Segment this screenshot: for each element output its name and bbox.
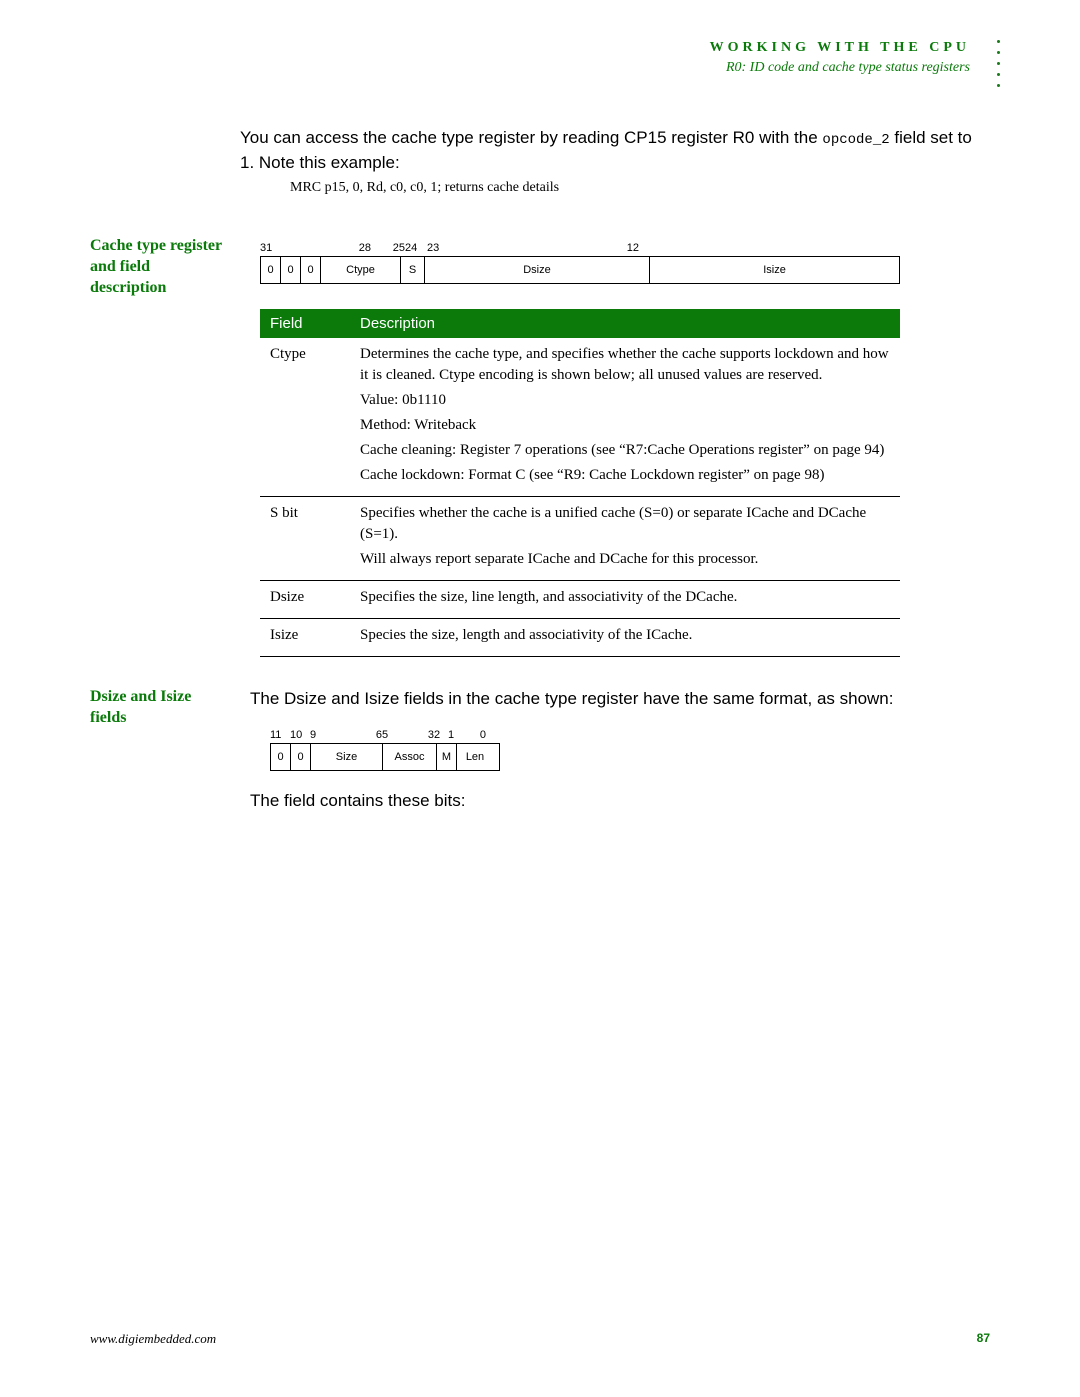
table-row: Dsize Specifies the size, line length, a… — [260, 581, 900, 619]
row-field: Isize — [260, 619, 350, 657]
bit-cell-0c: 0 — [301, 257, 321, 283]
header-chapter: WORKING WITH THE CPU — [90, 40, 970, 56]
bit-label-2: 2 — [434, 729, 448, 741]
section-body: The Dsize and Isize fields in the cache … — [250, 687, 990, 819]
bit-label-3: 3 — [394, 729, 434, 741]
margin-heading-dsize-isize: Dsize and Isize fields — [90, 687, 250, 729]
bit-cell-m: M — [437, 744, 457, 770]
intro-paragraph: You can access the cache type register b… — [240, 126, 990, 174]
footer-url: www.digiembedded.com — [90, 1331, 216, 1347]
row-desc: Determines the cache type, and specifies… — [350, 338, 900, 497]
bit-label-1: 1 — [448, 729, 462, 741]
bit-labels: 31 28 25 24 23 12 — [260, 242, 900, 254]
bit-cell-0a: 0 — [261, 257, 281, 283]
row-field: Dsize — [260, 581, 350, 619]
th-description: Description — [350, 309, 900, 338]
page: WORKING WITH THE CPU R0: ID code and cac… — [0, 0, 1080, 1397]
dsize-bits-para: The field contains these bits: — [250, 789, 990, 813]
header-subtitle: R0: ID code and cache type status regist… — [90, 60, 970, 76]
margin-heading-cache-type: Cache type register and field descriptio… — [90, 236, 250, 298]
bit-label-9: 9 — [310, 729, 322, 741]
opcode-text: opcode_2 — [822, 132, 889, 148]
intro-text-a: You can access the cache type register b… — [240, 128, 822, 147]
row-field: Ctype — [260, 338, 350, 497]
row-desc: Specifies whether the cache is a unified… — [350, 497, 900, 581]
row-field: S bit — [260, 497, 350, 581]
bit-label-0: 0 — [462, 729, 486, 741]
bit-cell-assoc: Assoc — [383, 744, 437, 770]
desc-line: Specifies the size, line length, and ass… — [360, 587, 890, 608]
page-number: 87 — [977, 1331, 990, 1347]
bit-cell-size: Size — [311, 744, 383, 770]
bit-label-12: 12 — [441, 242, 641, 254]
desc-line: Method: Writeback — [360, 415, 890, 436]
field-description-table: Field Description Ctype Determines the c… — [260, 309, 900, 657]
row-desc: Specifies the size, line length, and ass… — [350, 581, 900, 619]
bit-label-24: 24 — [405, 242, 427, 254]
desc-line: Value: 0b1110 — [360, 390, 890, 411]
bit-label-6: 6 — [322, 729, 382, 741]
bit-cell-dsize: Dsize — [425, 257, 650, 283]
section-body: 31 28 25 24 23 12 0 0 0 Ctype S Dsize Is… — [250, 236, 990, 657]
th-field: Field — [260, 309, 350, 338]
bit-boxes: 0 0 Size Assoc M Len — [270, 743, 500, 771]
page-header: WORKING WITH THE CPU R0: ID code and cac… — [90, 40, 990, 76]
decorative-dots — [997, 40, 1000, 87]
bit-label-28: 28 — [320, 242, 375, 254]
row-desc: Species the size, length and associativi… — [350, 619, 900, 657]
bit-label-10: 10 — [290, 729, 310, 741]
bit-label-11: 11 — [270, 729, 290, 741]
bit-cell-isize: Isize — [650, 257, 899, 283]
code-example: MRC p15, 0, Rd, c0, c0, 1; returns cache… — [290, 180, 990, 196]
section-dsize-isize: Dsize and Isize fields The Dsize and Isi… — [90, 687, 990, 819]
bit-label-5: 5 — [382, 729, 394, 741]
bit-cell-0b: 0 — [291, 744, 311, 770]
bit-cell-s: S — [401, 257, 425, 283]
bit-label-23: 23 — [427, 242, 441, 254]
table-row: S bit Specifies whether the cache is a u… — [260, 497, 900, 581]
page-footer: www.digiembedded.com 87 — [90, 1331, 990, 1347]
table-header-row: Field Description — [260, 309, 900, 338]
bitfield-diagram-cache: 31 28 25 24 23 12 0 0 0 Ctype S Dsize Is… — [260, 242, 900, 284]
table-row: Ctype Determines the cache type, and spe… — [260, 338, 900, 497]
desc-line: Specifies whether the cache is a unified… — [360, 503, 890, 545]
bit-cell-len: Len — [457, 744, 493, 770]
bitfield-diagram-dsize: 11 10 9 6 5 3 2 1 0 0 0 Size Assoc M Len — [270, 729, 500, 771]
desc-line: Cache lockdown: Format C (see “R9: Cache… — [360, 465, 890, 486]
desc-line: Will always report separate ICache and D… — [360, 549, 890, 570]
bit-cell-ctype: Ctype — [321, 257, 401, 283]
desc-line: Determines the cache type, and specifies… — [360, 344, 890, 386]
bit-cell-0a: 0 — [271, 744, 291, 770]
bit-label-25: 25 — [375, 242, 405, 254]
section-cache-type: Cache type register and field descriptio… — [90, 236, 990, 657]
dsize-intro-para: The Dsize and Isize fields in the cache … — [250, 687, 990, 711]
bit-labels: 11 10 9 6 5 3 2 1 0 — [270, 729, 500, 741]
table-row: Isize Species the size, length and assoc… — [260, 619, 900, 657]
bit-cell-0b: 0 — [281, 257, 301, 283]
desc-line: Species the size, length and associativi… — [360, 625, 890, 646]
bit-boxes: 0 0 0 Ctype S Dsize Isize — [260, 256, 900, 284]
desc-line: Cache cleaning: Register 7 operations (s… — [360, 440, 890, 461]
bit-label-31: 31 — [260, 242, 280, 254]
